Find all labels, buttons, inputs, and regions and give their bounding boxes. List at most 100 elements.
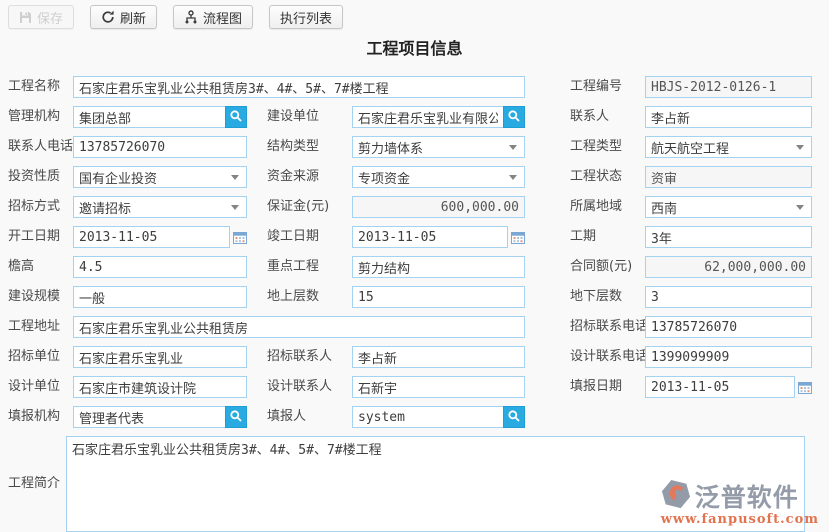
form-row-4: 投资性质 国有企业投资 资金来源 专项资金 工程状态 <box>8 166 812 188</box>
project-address-label: 工程地址 <box>8 316 73 338</box>
project-type-select[interactable]: 航天航空工程 <box>645 136 812 158</box>
mgmt-org-label: 管理机构 <box>8 106 73 128</box>
search-icon <box>507 409 521 426</box>
fund-source-label: 资金来源 <box>267 166 352 188</box>
report-org-search-button[interactable] <box>225 406 247 428</box>
design-phone-input[interactable] <box>645 346 812 368</box>
contact-phone-input[interactable] <box>73 136 247 158</box>
chevron-down-icon <box>509 175 517 180</box>
investment-nature-label: 投资性质 <box>8 166 73 188</box>
form-row-9: 工程地址 招标联系电话 <box>8 316 812 338</box>
project-code-input[interactable] <box>645 76 812 98</box>
reporter-group <box>352 406 525 428</box>
floors-below-label: 地下层数 <box>570 286 645 308</box>
calendar-icon[interactable] <box>511 231 525 244</box>
bidding-unit-input[interactable] <box>73 346 247 368</box>
floors-above-input[interactable] <box>352 286 525 308</box>
design-unit-input[interactable] <box>73 376 247 398</box>
region-select[interactable]: 西南 <box>645 196 812 218</box>
project-address-input[interactable] <box>73 316 525 338</box>
toolbar: 保存 刷新 流程图 执行列表 <box>0 0 829 30</box>
refresh-icon <box>101 10 115 24</box>
key-project-label: 重点工程 <box>267 256 352 278</box>
project-status-input[interactable] <box>645 166 812 188</box>
mgmt-org-input[interactable] <box>73 106 225 128</box>
form-row-2: 管理机构 建设单位 联系人 <box>8 106 812 128</box>
duration-input[interactable] <box>645 226 812 248</box>
deposit-label: 保证金(元) <box>267 196 352 218</box>
project-intro-textarea[interactable]: 石家庄君乐宝乳业公共租赁房3#、4#、5#、7#楼工程 <box>66 436 805 532</box>
form-row-7: 檐高 重点工程 合同额(元) <box>8 256 812 278</box>
bidding-unit-label: 招标单位 <box>8 346 73 368</box>
refresh-button[interactable]: 刷新 <box>90 5 157 29</box>
bidding-phone-input[interactable] <box>645 316 812 338</box>
form-row-1: 工程名称 工程编号 <box>8 76 812 98</box>
start-date-label: 开工日期 <box>8 226 73 248</box>
project-info-screen: 保存 刷新 流程图 执行列表 工程项目信息 工程名称 工程编号 管理机构 <box>0 0 829 532</box>
bidding-contact-label: 招标联系人 <box>267 346 352 368</box>
form-row-3: 联系人电话 结构类型 剪力墙体系 工程类型 航天航空工程 <box>8 136 812 158</box>
flowchart-button[interactable]: 流程图 <box>173 5 253 29</box>
exec-list-button[interactable]: 执行列表 <box>269 5 343 29</box>
completion-date-input[interactable] <box>352 226 508 248</box>
eave-height-label: 檐高 <box>8 256 73 278</box>
mgmt-org-search-button[interactable] <box>225 106 247 128</box>
structure-type-select[interactable]: 剪力墙体系 <box>352 136 525 158</box>
report-org-group <box>73 406 247 428</box>
contact-input[interactable] <box>645 106 812 128</box>
form-row-6: 开工日期 竣工日期 工期 <box>8 226 812 248</box>
design-contact-label: 设计联系人 <box>267 376 352 398</box>
floors-below-input[interactable] <box>645 286 812 308</box>
bidding-phone-label: 招标联系电话 <box>570 316 645 338</box>
deposit-input[interactable] <box>352 196 525 218</box>
completion-date-label: 竣工日期 <box>267 226 352 248</box>
search-icon <box>229 409 243 426</box>
construction-unit-search-button[interactable] <box>503 106 525 128</box>
search-icon <box>507 109 521 126</box>
construction-unit-group <box>352 106 525 128</box>
project-type-label: 工程类型 <box>570 136 645 158</box>
design-phone-label: 设计联系电话 <box>570 346 645 368</box>
fund-source-select[interactable]: 专项资金 <box>352 166 525 188</box>
contract-amount-label: 合同额(元) <box>570 256 645 278</box>
project-form: 工程名称 工程编号 管理机构 建设单位 联系人 <box>0 76 829 532</box>
start-date-input[interactable] <box>73 226 230 248</box>
report-date-input[interactable] <box>645 376 795 398</box>
reporter-input[interactable] <box>352 406 503 428</box>
project-name-label: 工程名称 <box>8 76 73 98</box>
mgmt-org-group <box>73 106 247 128</box>
bidding-method-select[interactable]: 邀请招标 <box>73 196 247 218</box>
project-name-input[interactable] <box>73 76 525 98</box>
chevron-down-icon <box>509 145 517 150</box>
calendar-icon[interactable] <box>233 231 247 244</box>
key-project-input[interactable] <box>352 256 525 278</box>
form-row-11: 设计单位 设计联系人 填报日期 <box>8 376 812 398</box>
chevron-down-icon <box>796 145 804 150</box>
construction-scale-input[interactable] <box>73 286 247 308</box>
form-row-13: 工程简介 石家庄君乐宝乳业公共租赁房3#、4#、5#、7#楼工程 <box>8 436 812 532</box>
reporter-search-button[interactable] <box>503 406 525 428</box>
design-unit-label: 设计单位 <box>8 376 73 398</box>
investment-nature-select[interactable]: 国有企业投资 <box>73 166 247 188</box>
report-org-input[interactable] <box>73 406 225 428</box>
exec-list-label: 执行列表 <box>280 8 332 27</box>
bidding-contact-input[interactable] <box>352 346 525 368</box>
calendar-icon[interactable] <box>798 381 812 394</box>
construction-scale-label: 建设规模 <box>8 286 73 308</box>
structure-type-label: 结构类型 <box>267 136 352 158</box>
construction-unit-input[interactable] <box>352 106 503 128</box>
contact-label: 联系人 <box>570 106 645 128</box>
form-row-5: 招标方式 邀请招标 保证金(元) 所属地域 西南 <box>8 196 812 218</box>
form-row-10: 招标单位 招标联系人 设计联系电话 <box>8 346 812 368</box>
report-org-label: 填报机构 <box>8 406 73 428</box>
report-date-group <box>645 376 812 398</box>
chevron-down-icon <box>231 205 239 210</box>
save-label: 保存 <box>37 8 63 27</box>
eave-height-input[interactable] <box>73 256 247 278</box>
start-date-group <box>73 226 247 248</box>
region-label: 所属地域 <box>570 196 645 218</box>
project-intro-label: 工程简介 <box>8 473 73 495</box>
design-contact-input[interactable] <box>352 376 525 398</box>
contract-amount-input[interactable] <box>645 256 812 278</box>
save-button[interactable]: 保存 <box>8 5 74 29</box>
